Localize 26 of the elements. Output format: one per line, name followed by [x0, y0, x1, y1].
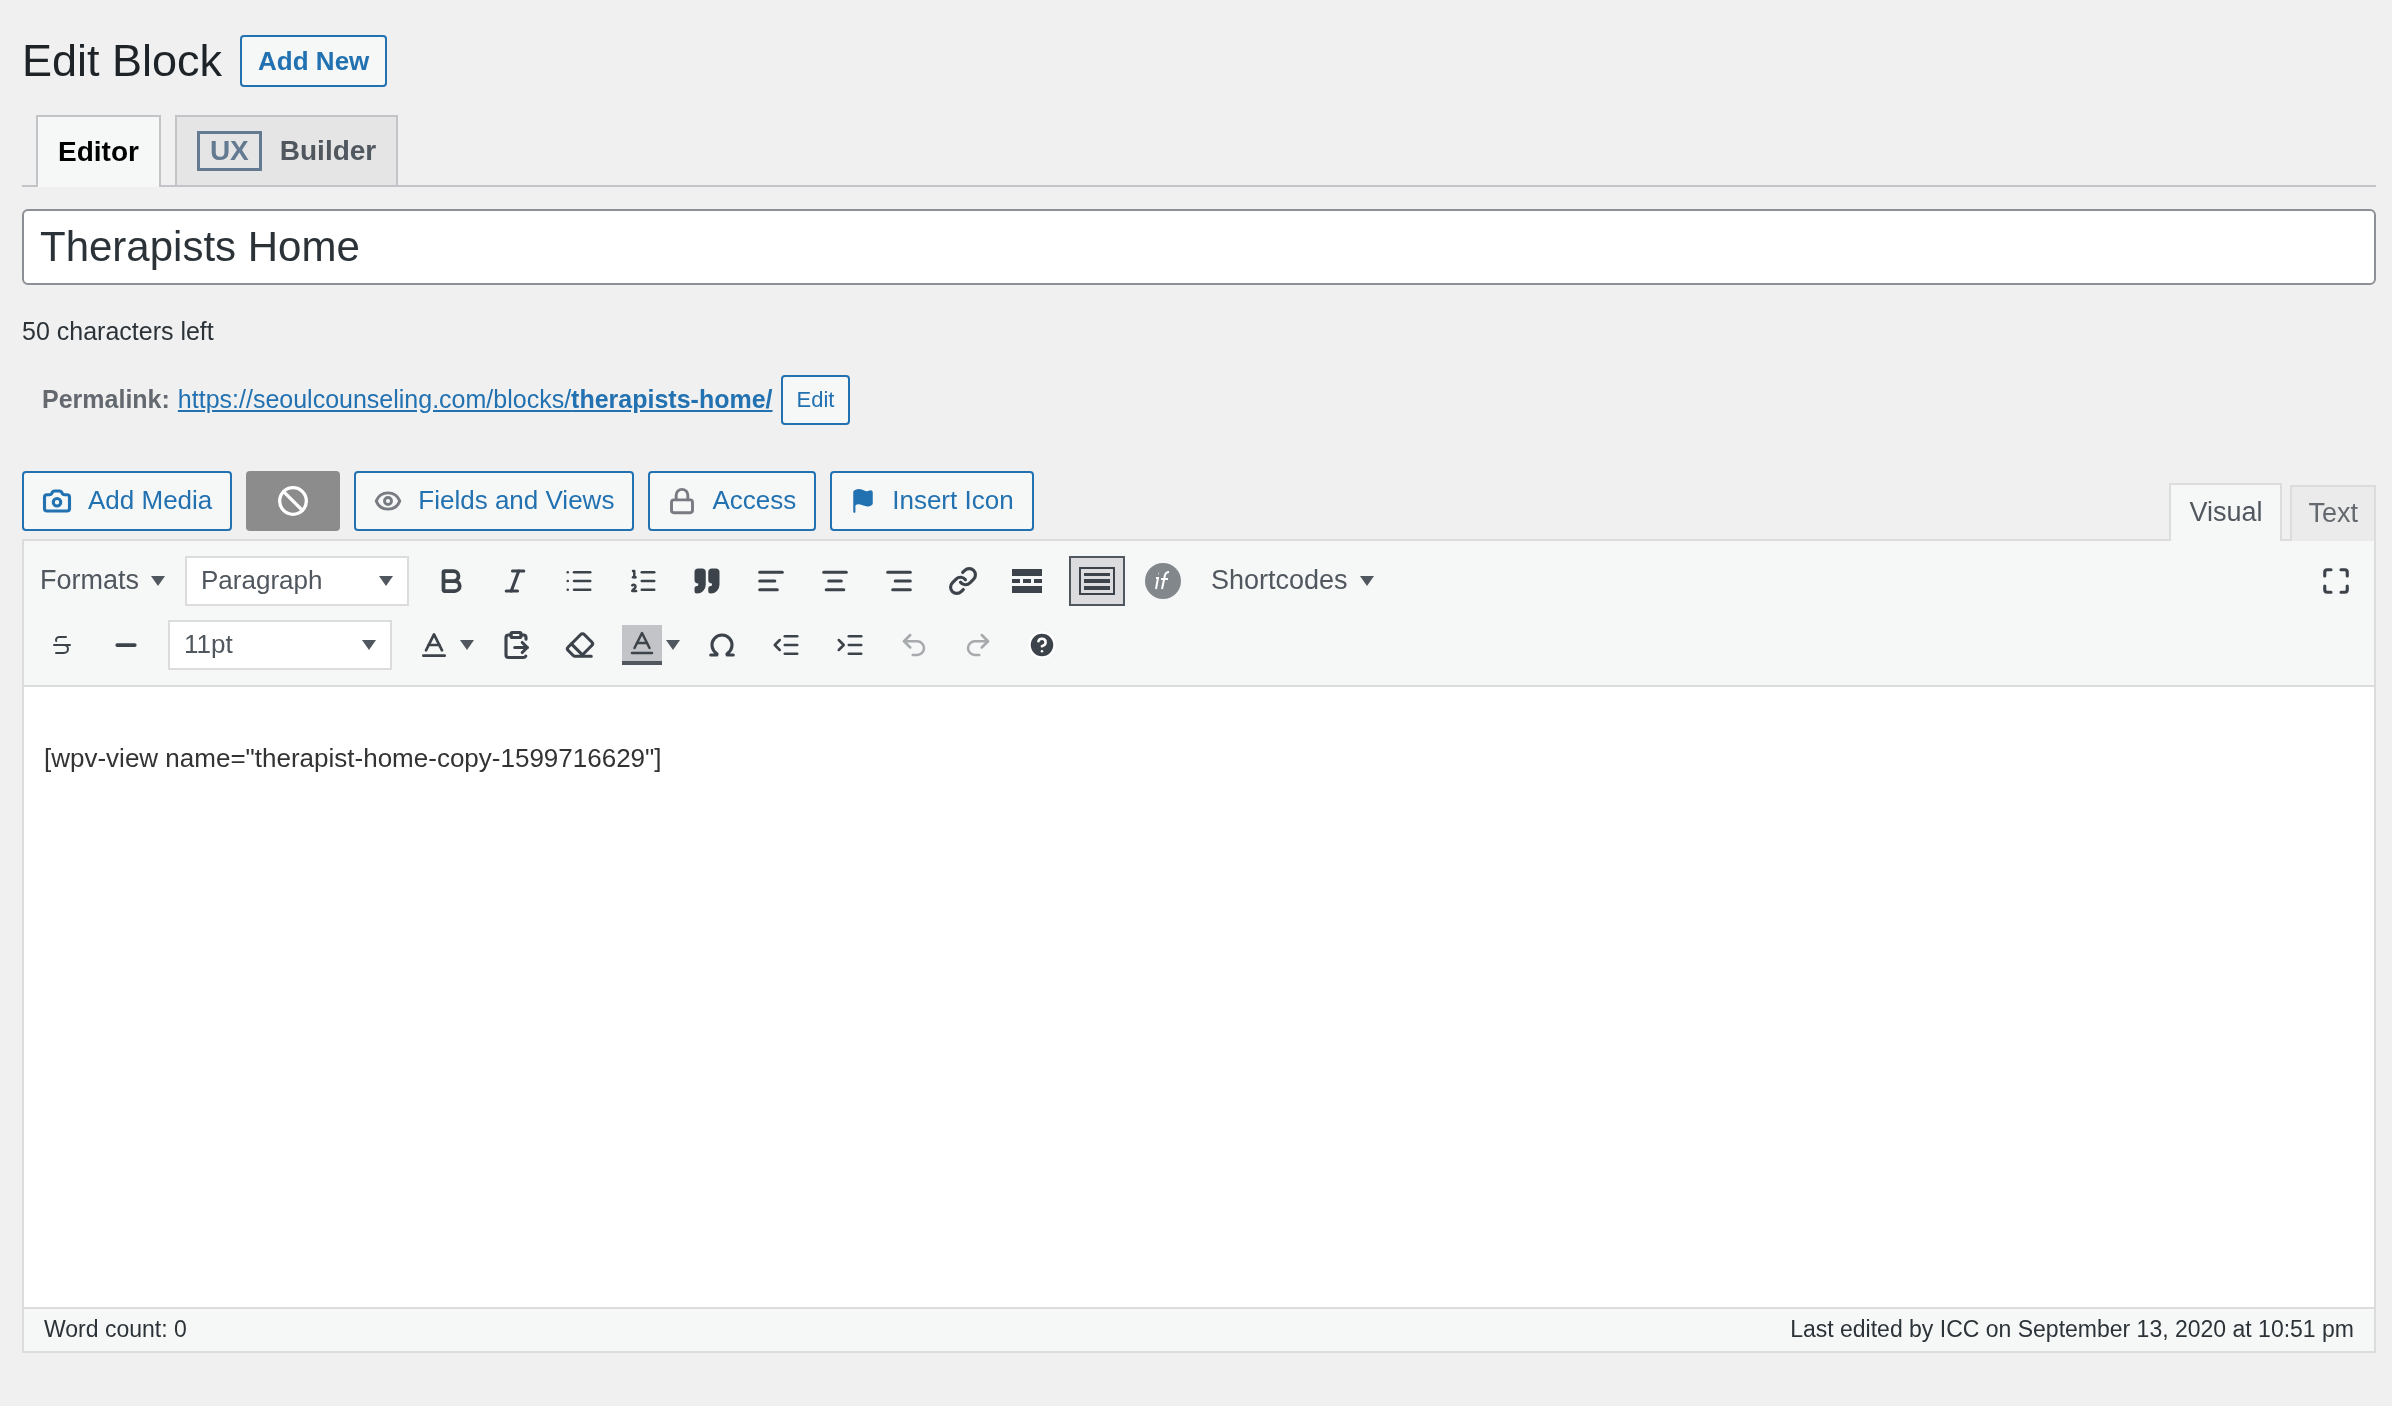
ux-badge: UX [196, 131, 262, 171]
media-button[interactable]: Add Media [22, 470, 233, 531]
media-button[interactable]: Access [648, 470, 817, 531]
permalink-link[interactable]: https://seoulcounseling.com/blocks/therapists-home/ [177, 380, 773, 419]
font-size-select[interactable]: 11pt [168, 619, 392, 670]
title-field[interactable]: Therapists Home [22, 209, 2376, 285]
tab-label: Builder [279, 134, 377, 168]
editor-tab[interactable]: UX Builder [174, 115, 399, 185]
page-title: Edit Block [22, 34, 223, 88]
shortcode-text: [wpv-view name="therapist-home-copy-1599716629"] [44, 741, 663, 775]
media-button[interactable]: Fields and Views [354, 470, 635, 531]
characters-left-text: 50 characters left [22, 316, 215, 347]
mode-tab[interactable]: Visual [2169, 482, 2283, 541]
formats-menu[interactable]: Formats [40, 560, 165, 601]
permalink-label: Permalink: [42, 383, 170, 415]
mode-tab[interactable]: Text [2290, 484, 2376, 541]
edit-permalink-button[interactable]: Edit [780, 374, 851, 425]
editor-tab[interactable]: Editor [36, 115, 161, 187]
content-area[interactable]: [wpv-view name="therapist-home-copy-1599716629"] [24, 686, 2374, 1307]
last-edited-text: Last edited by ICC on September 13, 2020 at 10:51 pm [1790, 1315, 2354, 1345]
paragraph-select[interactable]: Paragraph [185, 555, 409, 606]
tab-label: Editor [58, 135, 139, 169]
shortcodes-menu[interactable]: Shortcodes [1211, 560, 1374, 601]
add-new-button[interactable]: Add New [240, 35, 388, 87]
word-count-text: Word count: 0 [44, 1315, 187, 1345]
media-button[interactable]: Insert Icon [830, 470, 1034, 531]
